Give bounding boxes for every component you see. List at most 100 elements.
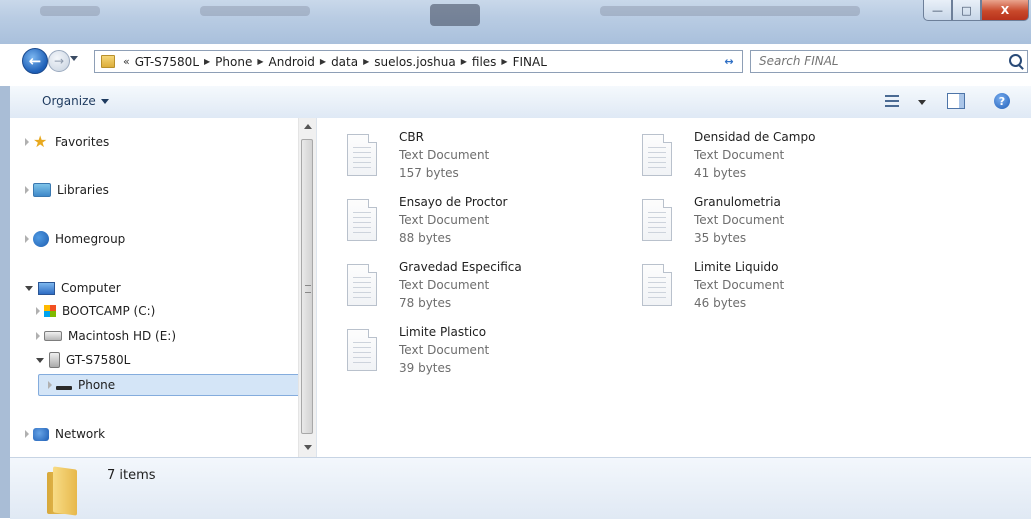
maximize-button[interactable]: □ xyxy=(952,0,981,21)
breadcrumb-data[interactable]: data xyxy=(331,55,358,69)
file-name: Densidad de Campo xyxy=(694,130,816,144)
star-icon: ★ xyxy=(33,132,48,151)
file-size: 35 bytes xyxy=(694,231,747,245)
file-type: Text Document xyxy=(399,278,490,292)
file-item-gravedad-especifica[interactable]: Gravedad Especifica Text Document 78 byt… xyxy=(347,258,522,318)
refresh-button[interactable]: ↔ xyxy=(716,50,743,73)
grip-icon xyxy=(305,285,311,293)
search-icon[interactable] xyxy=(1009,54,1022,67)
expand-arrow-icon[interactable] xyxy=(36,332,40,340)
nav-item-macintosh-hd[interactable]: Macintosh HD (E:) xyxy=(36,325,176,347)
address-bar[interactable]: « GT-S7580L ▶ Phone ▶ Android ▶ data ▶ s… xyxy=(94,50,740,73)
navigation-pane: ★ Favorites Libraries Homegroup Computer… xyxy=(10,118,317,457)
file-name: Gravedad Especifica xyxy=(399,260,522,274)
expand-arrow-icon[interactable] xyxy=(25,186,29,194)
scroll-down-arrow-icon[interactable] xyxy=(304,445,312,450)
forward-button[interactable]: → xyxy=(48,50,70,72)
breadcrumb-android[interactable]: Android xyxy=(269,55,315,69)
breadcrumb-gt-s7580l[interactable]: GT-S7580L xyxy=(135,55,199,69)
file-name: Limite Plastico xyxy=(399,325,487,339)
file-name: CBR xyxy=(399,130,424,144)
breadcrumb-files[interactable]: files xyxy=(472,55,497,69)
organize-menu-button[interactable]: Organize xyxy=(42,94,109,108)
nav-item-network[interactable]: Network xyxy=(25,423,105,445)
change-view-icon[interactable] xyxy=(885,94,899,108)
file-type: Text Document xyxy=(399,148,490,162)
window-controls: — □ X xyxy=(923,0,1029,21)
command-bar: Organize ? xyxy=(10,86,1031,119)
recent-pages-dropdown[interactable] xyxy=(70,56,78,61)
organize-label: Organize xyxy=(42,94,96,108)
text-document-icon xyxy=(347,199,377,241)
preview-pane-icon[interactable] xyxy=(947,93,965,109)
windows-drive-icon xyxy=(44,305,56,317)
nav-item-label: Homegroup xyxy=(55,232,126,246)
nav-item-phone[interactable]: Phone xyxy=(48,374,115,396)
file-item-granulometria[interactable]: Granulometria Text Document 35 bytes xyxy=(642,193,784,253)
search-input[interactable] xyxy=(759,54,989,68)
close-icon: X xyxy=(1000,3,1010,17)
file-item-cbr[interactable]: CBR Text Document 157 bytes xyxy=(347,128,489,188)
file-item-limite-liquido[interactable]: Limite Liquido Text Document 46 bytes xyxy=(642,258,784,318)
close-button[interactable]: X xyxy=(981,0,1029,21)
nav-item-label: Macintosh HD (E:) xyxy=(68,329,177,343)
file-size: 88 bytes xyxy=(399,231,452,245)
nav-item-homegroup[interactable]: Homegroup xyxy=(25,228,125,250)
title-blur xyxy=(430,4,480,26)
chevron-down-icon xyxy=(100,99,109,104)
navigation-scrollbar[interactable] xyxy=(298,118,316,457)
expand-arrow-icon[interactable] xyxy=(25,138,29,146)
expand-arrow-icon[interactable] xyxy=(48,381,52,389)
text-document-icon xyxy=(347,264,377,306)
nav-item-label: BOOTCAMP (C:) xyxy=(62,304,156,318)
network-icon xyxy=(33,427,49,441)
minimize-icon: — xyxy=(932,3,943,17)
nav-item-label: Favorites xyxy=(55,135,110,149)
file-item-densidad-de-campo[interactable]: Densidad de Campo Text Document 41 bytes xyxy=(642,128,815,188)
nav-item-favorites[interactable]: ★ Favorites xyxy=(25,131,109,153)
breadcrumb-phone[interactable]: Phone xyxy=(215,55,252,69)
text-document-icon xyxy=(347,134,377,176)
details-pane: 7 items xyxy=(10,457,1031,519)
scrollbar-thumb[interactable] xyxy=(301,139,313,434)
collapse-arrow-icon[interactable] xyxy=(36,357,44,363)
folder-icon xyxy=(47,466,77,516)
breadcrumb-separator-icon[interactable]: ▶ xyxy=(501,57,507,66)
text-document-icon xyxy=(347,329,377,371)
file-item-limite-plastico[interactable]: Limite Plastico Text Document 39 bytes xyxy=(347,323,489,383)
file-list: CBR Text Document 157 bytes Densidad de … xyxy=(317,118,1031,457)
breadcrumb-final[interactable]: FINAL xyxy=(513,55,547,69)
nav-item-libraries[interactable]: Libraries xyxy=(25,179,109,201)
title-bar[interactable]: — □ X xyxy=(0,0,1031,44)
file-item-ensayo-de-proctor[interactable]: Ensayo de Proctor Text Document 88 bytes xyxy=(347,193,507,253)
homegroup-icon xyxy=(33,231,49,247)
collapse-arrow-icon[interactable] xyxy=(25,285,33,291)
search-box[interactable] xyxy=(750,50,1028,73)
breadcrumb-separator-icon[interactable]: ▶ xyxy=(461,57,467,66)
file-type: Text Document xyxy=(694,148,785,162)
expand-arrow-icon[interactable] xyxy=(36,307,40,315)
title-blur xyxy=(600,6,860,16)
breadcrumb-overflow-chevron[interactable]: « xyxy=(123,55,130,68)
breadcrumb-separator-icon[interactable]: ▶ xyxy=(257,57,263,66)
nav-item-gt-s7580l[interactable]: GT-S7580L xyxy=(36,349,130,371)
breadcrumb-suelos-joshua[interactable]: suelos.joshua xyxy=(374,55,455,69)
minimize-button[interactable]: — xyxy=(923,0,952,21)
explorer-window: — □ X ← → « GT-S7580L ▶ Phone ▶ Android … xyxy=(0,0,1031,519)
file-size: 157 bytes xyxy=(399,166,459,180)
item-count: 7 items xyxy=(107,468,156,483)
breadcrumb-separator-icon[interactable]: ▶ xyxy=(363,57,369,66)
expand-arrow-icon[interactable] xyxy=(25,235,29,243)
scroll-up-arrow-icon[interactable] xyxy=(304,124,312,129)
help-icon[interactable]: ? xyxy=(994,93,1010,109)
nav-item-bootcamp[interactable]: BOOTCAMP (C:) xyxy=(36,300,155,322)
breadcrumb-separator-icon[interactable]: ▶ xyxy=(320,57,326,66)
nav-item-computer[interactable]: Computer xyxy=(25,277,121,299)
nav-item-label: Phone xyxy=(78,378,116,392)
breadcrumb-separator-icon[interactable]: ▶ xyxy=(204,57,210,66)
back-button[interactable]: ← xyxy=(22,48,48,74)
file-size: 39 bytes xyxy=(399,361,452,375)
view-options-chevron-icon[interactable] xyxy=(918,100,926,105)
title-blur xyxy=(40,6,100,16)
expand-arrow-icon[interactable] xyxy=(25,430,29,438)
